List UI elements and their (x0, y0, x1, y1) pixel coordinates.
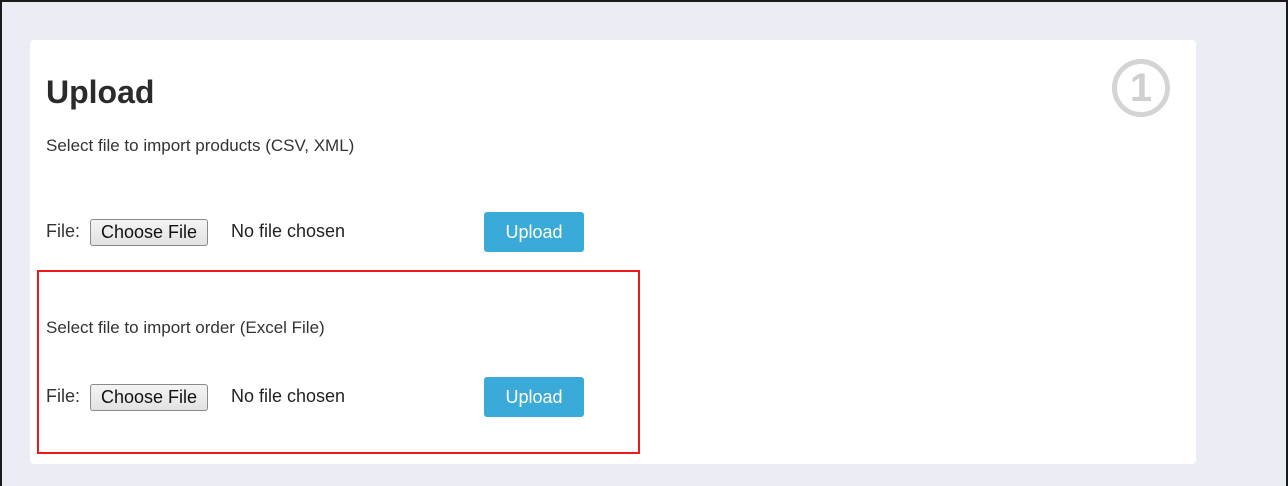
products-upload-button[interactable]: Upload (484, 212, 584, 252)
products-import-description: Select file to import products (CSV, XML… (46, 136, 355, 155)
step-number-badge: 1 (1112, 59, 1170, 117)
products-no-file-text: No file chosen (231, 221, 346, 241)
page-frame: 1 Upload Select file to import products … (0, 0, 1288, 486)
products-file-row: File: Choose File No file chosen Upload (46, 212, 606, 252)
order-import-highlight-box (37, 270, 640, 454)
page-title: Upload (46, 74, 155, 110)
products-file-label: File: (46, 221, 81, 241)
products-choose-file-button[interactable]: Choose File (90, 219, 209, 246)
